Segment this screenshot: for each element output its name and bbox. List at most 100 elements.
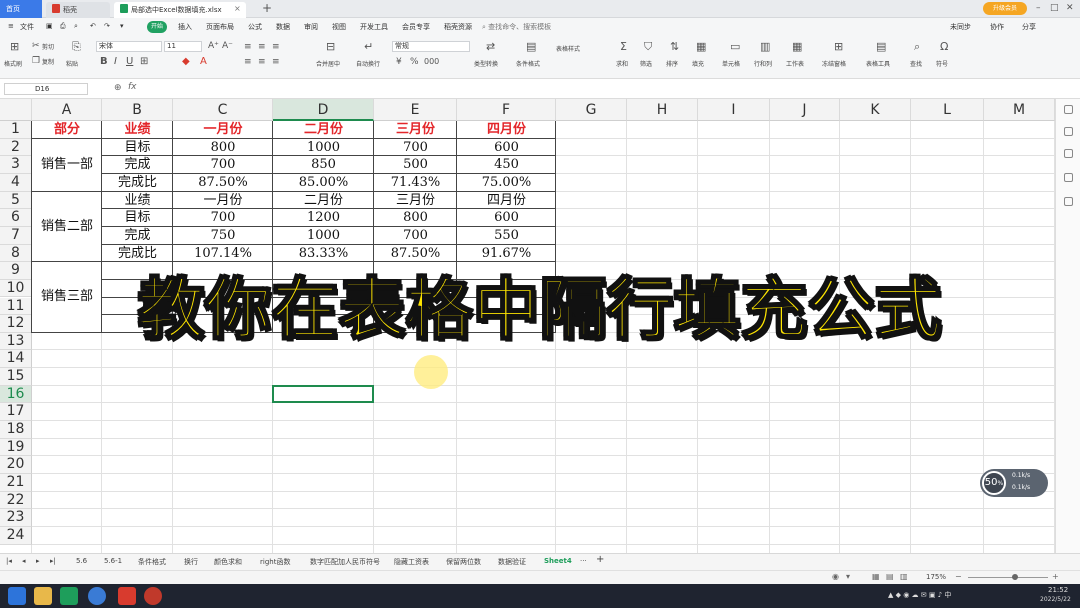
page-break-view-icon[interactable]: ▥ bbox=[900, 572, 908, 581]
font-color-icon[interactable]: A bbox=[200, 56, 207, 68]
windows-start-icon[interactable] bbox=[8, 587, 26, 605]
zoom-out-icon[interactable]: − bbox=[955, 572, 962, 581]
row-header-2[interactable]: 2 bbox=[0, 138, 32, 157]
view-menu-icon[interactable]: ▾ bbox=[846, 572, 850, 581]
menu-docer[interactable]: 稻壳资源 bbox=[444, 22, 472, 32]
column-header-b[interactable]: B bbox=[102, 99, 173, 121]
sheet-tab-7[interactable]: 数字匹配加人民币符号 bbox=[310, 557, 380, 567]
column-header-e[interactable]: E bbox=[374, 99, 457, 121]
save-icon[interactable]: ▣ bbox=[46, 22, 53, 30]
normal-view-icon[interactable]: ▦ bbox=[872, 572, 880, 581]
row-header-3[interactable]: 3 bbox=[0, 156, 32, 174]
close-tab-icon[interactable]: × bbox=[234, 4, 241, 13]
row-header-17[interactable]: 17 bbox=[0, 403, 32, 422]
row-header-1[interactable]: 1 bbox=[0, 121, 32, 139]
align-right-icon[interactable]: ≡ bbox=[272, 56, 280, 68]
row-header-18[interactable]: 18 bbox=[0, 421, 32, 439]
name-box[interactable]: D16 bbox=[4, 83, 88, 95]
prev-sheet-icon[interactable]: ◂ bbox=[22, 557, 26, 565]
row-header-16[interactable]: 16 bbox=[0, 385, 32, 404]
align-left-icon[interactable]: ≡ bbox=[244, 56, 252, 68]
sheet-tab-11[interactable]: Sheet4 bbox=[544, 557, 572, 565]
filter-icon[interactable]: ⛉ bbox=[644, 41, 652, 53]
formula-input[interactable] bbox=[142, 83, 1052, 95]
command-search[interactable]: ⌕ 查找命令、搜索模板 bbox=[482, 22, 551, 32]
menu-insert[interactable]: 插入 bbox=[178, 22, 192, 32]
undo-icon[interactable]: ↶ bbox=[90, 22, 96, 30]
sheet-tab-5[interactable]: 颜色求和 bbox=[214, 557, 242, 567]
row-header-19[interactable]: 19 bbox=[0, 438, 32, 457]
align-top-icon[interactable]: ≡ bbox=[244, 41, 252, 53]
zoom-level[interactable]: 175% bbox=[926, 573, 946, 581]
menu-page-layout[interactable]: 页面布局 bbox=[206, 22, 234, 32]
font-shrink-icon[interactable]: A⁻ bbox=[222, 40, 233, 52]
zoom-formula-icon[interactable]: ⊕ bbox=[114, 83, 122, 93]
row-header-11[interactable]: 11 bbox=[0, 297, 32, 316]
font-size-select[interactable]: 11 bbox=[164, 41, 202, 52]
underline-icon[interactable]: U bbox=[126, 56, 133, 68]
recorder-icon[interactable] bbox=[144, 587, 162, 605]
menu-view[interactable]: 视图 bbox=[332, 22, 346, 32]
add-sheet-icon[interactable]: + bbox=[596, 554, 604, 565]
sheet-tab-8[interactable]: 隐藏工资表 bbox=[394, 557, 429, 567]
row-header-20[interactable]: 20 bbox=[0, 456, 32, 474]
share-button[interactable]: 分享 bbox=[1022, 22, 1036, 32]
wrap-text-icon[interactable]: ↵ bbox=[364, 41, 373, 53]
row-header-23[interactable]: 23 bbox=[0, 509, 32, 527]
type-convert-icon[interactable]: ⇄ bbox=[486, 41, 495, 53]
panel-settings-icon[interactable] bbox=[1064, 197, 1073, 206]
sort-icon[interactable]: ⇅ bbox=[670, 41, 679, 53]
number-format-select[interactable]: 常规 bbox=[392, 41, 470, 52]
table-tools-icon[interactable]: ▤ bbox=[876, 41, 886, 53]
currency-icon[interactable]: ¥ bbox=[396, 56, 402, 68]
file-explorer-icon[interactable] bbox=[34, 587, 52, 605]
column-header-g[interactable]: G bbox=[556, 99, 627, 121]
new-tab-icon[interactable]: + bbox=[262, 1, 272, 15]
menu-file[interactable]: 文件 bbox=[20, 22, 34, 32]
tab-docer[interactable]: 稻壳 bbox=[46, 2, 110, 18]
tray-icons[interactable]: ▲ ◆ ◉ ☁ ✉ ▣ ♪ 中 bbox=[888, 590, 951, 600]
last-sheet-icon[interactable]: ▸| bbox=[50, 557, 56, 565]
menu-data[interactable]: 数据 bbox=[276, 22, 290, 32]
row-header-6[interactable]: 6 bbox=[0, 209, 32, 227]
align-bottom-icon[interactable]: ≡ bbox=[272, 41, 280, 53]
panel-select-icon[interactable] bbox=[1064, 105, 1073, 114]
borders-icon[interactable]: ⊞ bbox=[140, 56, 148, 68]
upgrade-button[interactable]: 升级会员 bbox=[983, 2, 1027, 15]
cut-icon[interactable]: ✂ bbox=[32, 40, 40, 52]
wps-icon[interactable] bbox=[118, 587, 136, 605]
collab-button[interactable]: 协作 bbox=[990, 22, 1004, 32]
column-header-f[interactable]: F bbox=[457, 99, 556, 121]
table-style-label[interactable]: 表格样式 bbox=[556, 44, 580, 53]
column-header-k[interactable]: K bbox=[840, 99, 911, 121]
network-speed-widget[interactable]: 50% 0.1k/s 0.1k/s bbox=[980, 469, 1048, 497]
zoom-slider[interactable] bbox=[968, 577, 1048, 578]
row-header-7[interactable]: 7 bbox=[0, 226, 32, 245]
sheet-tab-3[interactable]: 条件格式 bbox=[138, 557, 166, 567]
browser-icon[interactable] bbox=[88, 587, 106, 605]
hamburger-icon[interactable]: ≡ bbox=[8, 22, 14, 30]
sum-icon[interactable]: Σ bbox=[620, 41, 627, 53]
menu-review[interactable]: 审阅 bbox=[304, 22, 318, 32]
thousands-icon[interactable]: 000 bbox=[424, 56, 439, 68]
column-header-i[interactable]: I bbox=[698, 99, 770, 121]
symbol-icon[interactable]: Ω bbox=[940, 41, 948, 53]
italic-icon[interactable]: I bbox=[114, 56, 117, 68]
tab-home[interactable]: 首页 bbox=[0, 0, 42, 18]
sheet-tab-4[interactable]: 换行 bbox=[184, 557, 198, 567]
tab-current-file[interactable]: 局部选中Excel数据填充.xlsx bbox=[114, 2, 246, 18]
merge-center-icon[interactable]: ⊟ bbox=[326, 41, 335, 53]
percent-icon[interactable]: % bbox=[410, 56, 419, 68]
column-header-l[interactable]: L bbox=[911, 99, 984, 121]
print-icon[interactable]: ⎙ bbox=[60, 22, 66, 31]
align-center-icon[interactable]: ≡ bbox=[258, 56, 266, 68]
font-family-select[interactable]: 宋体 bbox=[96, 41, 162, 52]
selected-cell-d16[interactable] bbox=[272, 384, 374, 404]
quick-access-dropdown[interactable]: ▾ bbox=[120, 22, 124, 30]
zoom-in-icon[interactable]: + bbox=[1052, 572, 1059, 581]
fx-icon[interactable]: fx bbox=[128, 82, 137, 92]
page-layout-view-icon[interactable]: ▤ bbox=[886, 572, 894, 581]
preview-icon[interactable]: ⌕ bbox=[74, 22, 78, 31]
zoom-slider-thumb[interactable] bbox=[1012, 574, 1018, 580]
eye-icon[interactable]: ◉ bbox=[832, 572, 839, 581]
